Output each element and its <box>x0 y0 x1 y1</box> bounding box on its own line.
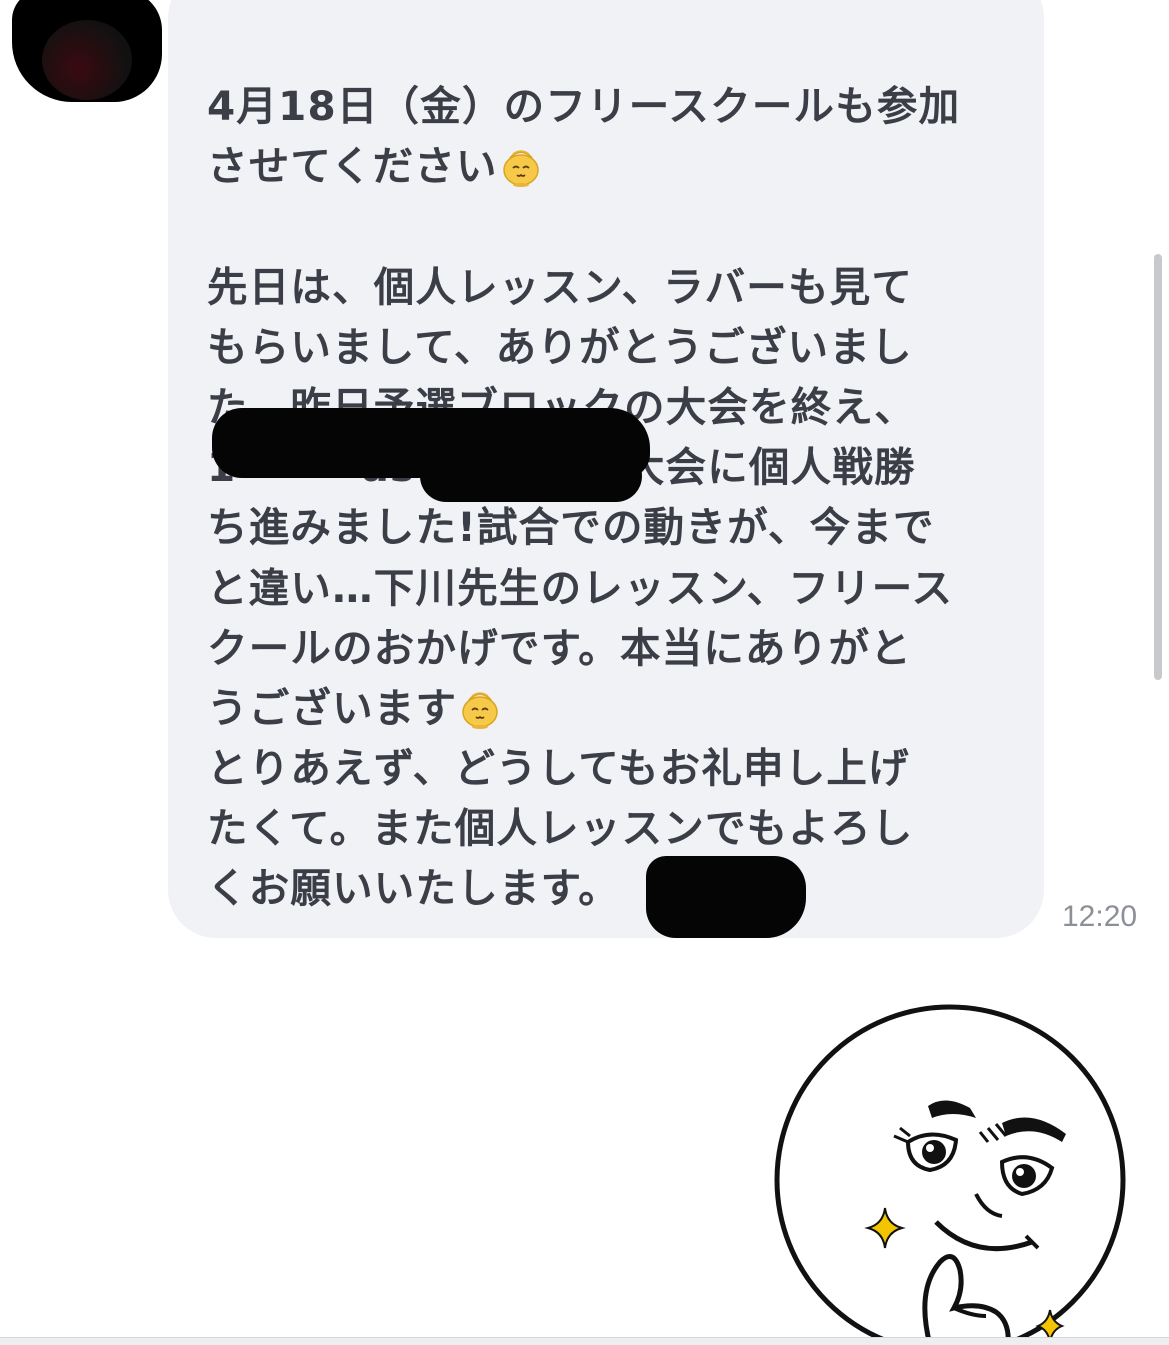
message-line-text: とりあえず、どうしてもお礼申し上げ <box>207 744 910 793</box>
message-line: ち進みました!試合での動きが、今まで <box>207 497 1037 557</box>
smug-moon-face-sticker[interactable] <box>740 990 1169 1345</box>
message-line: とりあえず、どうしてもお礼申し上げ <box>207 738 1037 798</box>
sender-avatar[interactable] <box>12 0 162 102</box>
bottom-divider <box>0 1337 1169 1345</box>
scrollbar[interactable] <box>1154 254 1162 680</box>
message-line-text: ち進みました!試合での動きが、今まで <box>207 503 935 552</box>
message-line-text: 4月18日（金）のフリースクールも参加 <box>207 82 961 130</box>
message-line: 4月18日（金）のフリースクールも参加 <box>207 76 1037 136</box>
redaction-mark <box>646 856 806 938</box>
message-line-text: と違い…下川先生のレッスン、フリース <box>207 563 954 612</box>
message-line-text: もらいまして、ありがとうございまし <box>207 322 913 371</box>
message-line-text: クールのおかげです。本当にありがと <box>207 623 912 672</box>
message-line: させてください <box>207 136 1037 196</box>
message-line: 先日は、個人レッスン、ラバーも見て <box>207 257 1037 317</box>
message-line: くお願いいたします。 <box>207 858 1037 918</box>
message-line-text: うございます <box>207 683 458 732</box>
message-line: と違い…下川先生のレッスン、フリース <box>207 558 1037 618</box>
bowing-face-emoji-icon <box>459 686 501 730</box>
message-line-text: させてください <box>207 142 498 191</box>
message-line-text: くお願いいたします。 <box>207 864 620 913</box>
message-line: クールのおかげです。本当にありがと <box>207 618 1037 678</box>
message-line: うございます <box>207 678 1037 738</box>
avatar-image <box>42 20 132 100</box>
message-line: たくて。また個人レッスンでもよろし <box>207 798 1037 858</box>
redaction-mark <box>420 450 642 502</box>
message-line-text: たくて。また個人レッスンでもよろし <box>207 804 914 853</box>
chat-screen: 4月18日（金）のフリースクールも参加 させてください 先日は、個人レッスン、ラ… <box>0 0 1169 1345</box>
message-line: もらいまして、ありがとうございまし <box>207 317 1037 377</box>
message-line-text: 先日は、個人レッスン、ラバーも見て <box>207 262 914 311</box>
message-timestamp: 12:20 <box>1062 900 1138 933</box>
bowing-face-emoji-icon <box>500 144 542 188</box>
